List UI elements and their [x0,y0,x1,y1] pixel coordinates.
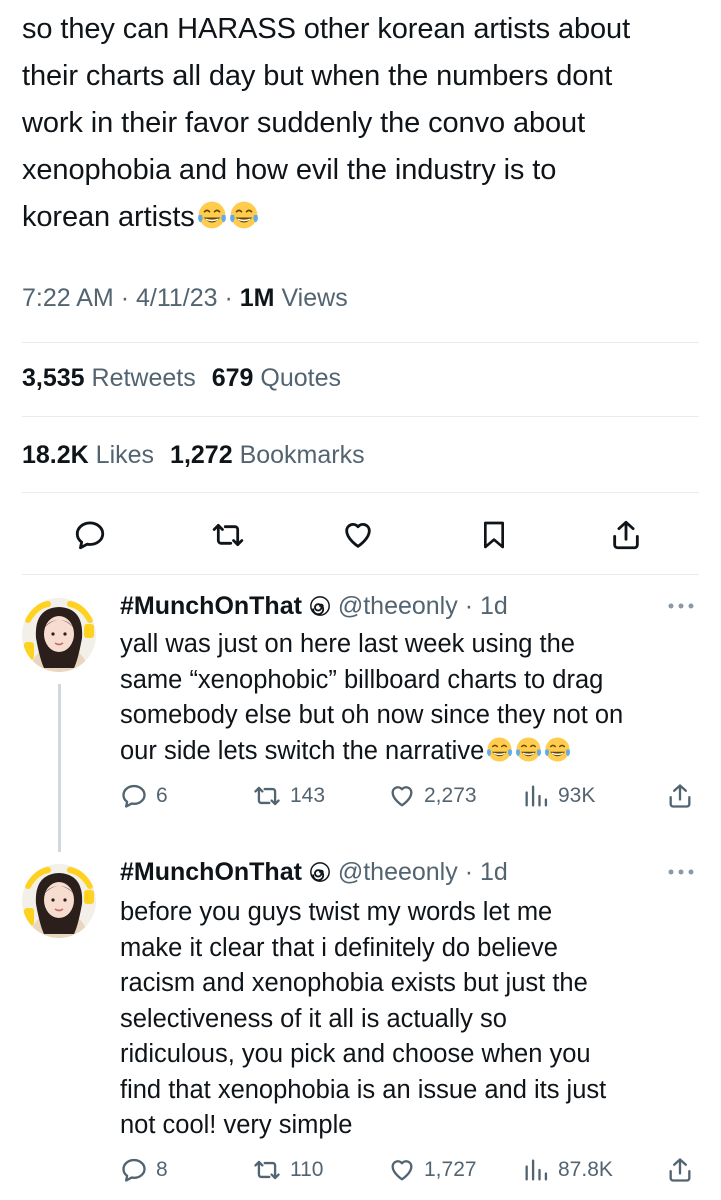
joy-emoji-icon [486,736,513,762]
quotes-count: 679 [211,364,254,392]
bookmark-icon [484,521,504,549]
heart-icon [391,1160,413,1181]
joy-emoji-icon [196,200,227,230]
view-count: 93K [558,784,596,807]
tweet-date[interactable]: 4/11/23 [136,284,218,312]
share-button[interactable] [606,512,646,558]
divider [22,342,699,343]
reply-count: 6 [156,784,168,807]
bookmarks-stat[interactable]: 1,272 Bookmarks [170,441,365,469]
bookmarks-label: Bookmarks [239,441,365,469]
bookmark-button[interactable] [474,512,514,558]
retweet-count: 143 [290,784,326,807]
handle[interactable]: @theeonly [338,592,458,620]
display-name[interactable]: #MunchOnThat [120,592,302,620]
divider [22,416,699,417]
reply-button[interactable]: 6 [120,782,168,810]
reply-action-bar: 8 110 1,727 87.8K [120,1156,699,1192]
reply-button[interactable]: 8 [120,1156,168,1184]
divider [22,492,699,493]
reply-icon [75,521,105,550]
views-count: 1M [239,284,275,312]
reply-icon [122,784,146,808]
handle[interactable]: @theeonly [338,858,458,886]
spiral-emoji-icon [309,862,330,882]
spiral-emoji-icon [309,596,330,616]
reply-header: #MunchOnThat @theeonly · 1d [120,858,508,886]
share-icon [669,784,691,808]
likes-label: Likes [95,441,155,469]
like-button[interactable]: 1,727 [388,1156,477,1184]
reply-header: #MunchOnThat @theeonly · 1d [120,592,508,620]
thread-line [58,684,61,852]
stats-row-retweets: 3,535 Retweets 679 Quotes [22,364,341,393]
like-button[interactable]: 2,273 [388,782,477,810]
avatar[interactable] [22,598,96,672]
joy-emoji-icon [228,200,259,230]
quotes-label: Quotes [260,364,342,392]
reply-icon [122,1158,146,1182]
view-count: 87.8K [558,1158,613,1181]
share-icon [669,1158,691,1182]
joy-emoji-icon [515,736,542,762]
more-icon[interactable] [667,868,695,876]
share-button[interactable] [666,782,694,810]
share-icon [613,520,639,550]
reply-action-bar: 6 143 2,273 93K [120,782,699,818]
views-button[interactable]: 87.8K [522,1156,613,1184]
share-button[interactable] [666,1156,694,1184]
reply-text: before you guys twist my words let me ma… [120,898,607,1139]
like-button[interactable] [338,512,378,558]
more-icon[interactable] [667,602,695,610]
joy-emoji-icon [544,736,571,762]
bookmarks-count: 1,272 [170,441,233,469]
like-count: 1,727 [424,1158,477,1181]
views-chart-icon [525,1159,548,1181]
retweet-icon [254,1160,280,1180]
main-tweet: so they can HARASS other korean artists … [22,6,702,241]
avatar[interactable] [22,864,96,938]
likes-stat[interactable]: 18.2K Likes [22,441,154,469]
retweet-icon [212,523,244,547]
views-chart-icon [525,785,548,807]
retweets-label: Retweets [91,364,196,392]
views-button[interactable]: 93K [522,782,595,810]
retweets-count: 3,535 [22,364,85,392]
retweets-stat[interactable]: 3,535 Retweets [22,364,196,392]
tweet-text: so they can HARASS other korean artists … [22,6,702,241]
tweet-action-bar [22,512,699,562]
divider [22,574,699,575]
tweet-time[interactable]: 7:22 AM [22,284,114,312]
retweet-count: 110 [290,1158,324,1181]
reply-age: 1d [479,858,508,886]
views-label: Views [281,284,348,312]
heart-icon [391,786,413,807]
retweet-button[interactable]: 110 [252,1156,323,1184]
reply-age: 1d [479,592,508,620]
quotes-stat[interactable]: 679 Quotes [212,364,341,392]
display-name[interactable]: #MunchOnThat [120,858,302,886]
tweet-text-body: so they can HARASS other korean artists … [22,13,631,233]
reply-count: 8 [156,1158,168,1181]
retweet-button[interactable]: 143 [252,782,325,810]
like-count: 2,273 [424,784,477,807]
stats-row-likes: 18.2K Likes 1,272 Bookmarks [22,441,365,470]
reply-button[interactable] [70,512,110,558]
retweet-icon [254,786,280,806]
heart-icon [345,523,371,548]
tweet-meta: 7:22 AM · 4/11/23 · 1M Views [22,284,348,312]
reply-text: yall was just on here last week using th… [120,627,623,769]
likes-count: 18.2K [22,441,89,469]
retweet-button[interactable] [208,512,248,558]
